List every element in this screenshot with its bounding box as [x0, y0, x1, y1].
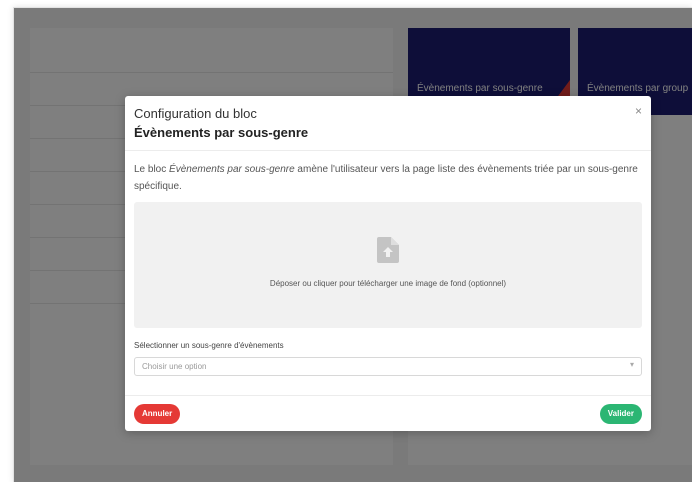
- block-config-modal: Configuration du bloc Évènements par sou…: [125, 96, 651, 431]
- file-upload-icon: [377, 237, 399, 263]
- subgenre-select[interactable]: Choisir une option ▾: [134, 357, 642, 376]
- modal-header: Configuration du bloc Évènements par sou…: [125, 96, 651, 151]
- subgenre-select-label: Sélectionner un sous-genre d'évènements: [134, 341, 284, 350]
- submit-button[interactable]: Valider: [599, 404, 642, 424]
- block-description: Le bloc Évènements par sous-genre amène …: [134, 161, 640, 195]
- description-block-name: Évènements par sous-genre: [169, 164, 295, 175]
- subgenre-select-value: Choisir une option: [142, 362, 207, 371]
- description-prefix: Le bloc: [134, 164, 170, 175]
- footer-divider: [125, 395, 651, 396]
- modal-title: Évènements par sous-genre: [134, 125, 309, 140]
- close-icon[interactable]: ×: [635, 104, 642, 118]
- dropzone-text: Déposer ou cliquer pour télécharger une …: [269, 279, 507, 288]
- image-dropzone[interactable]: Déposer ou cliquer pour télécharger une …: [134, 202, 642, 328]
- app-window: Évènements par sous-genre Évènements par…: [13, 7, 692, 482]
- chevron-down-icon: ▾: [629, 360, 634, 369]
- modal-kicker: Configuration du bloc: [134, 106, 257, 121]
- cancel-button[interactable]: Annuler: [134, 404, 181, 424]
